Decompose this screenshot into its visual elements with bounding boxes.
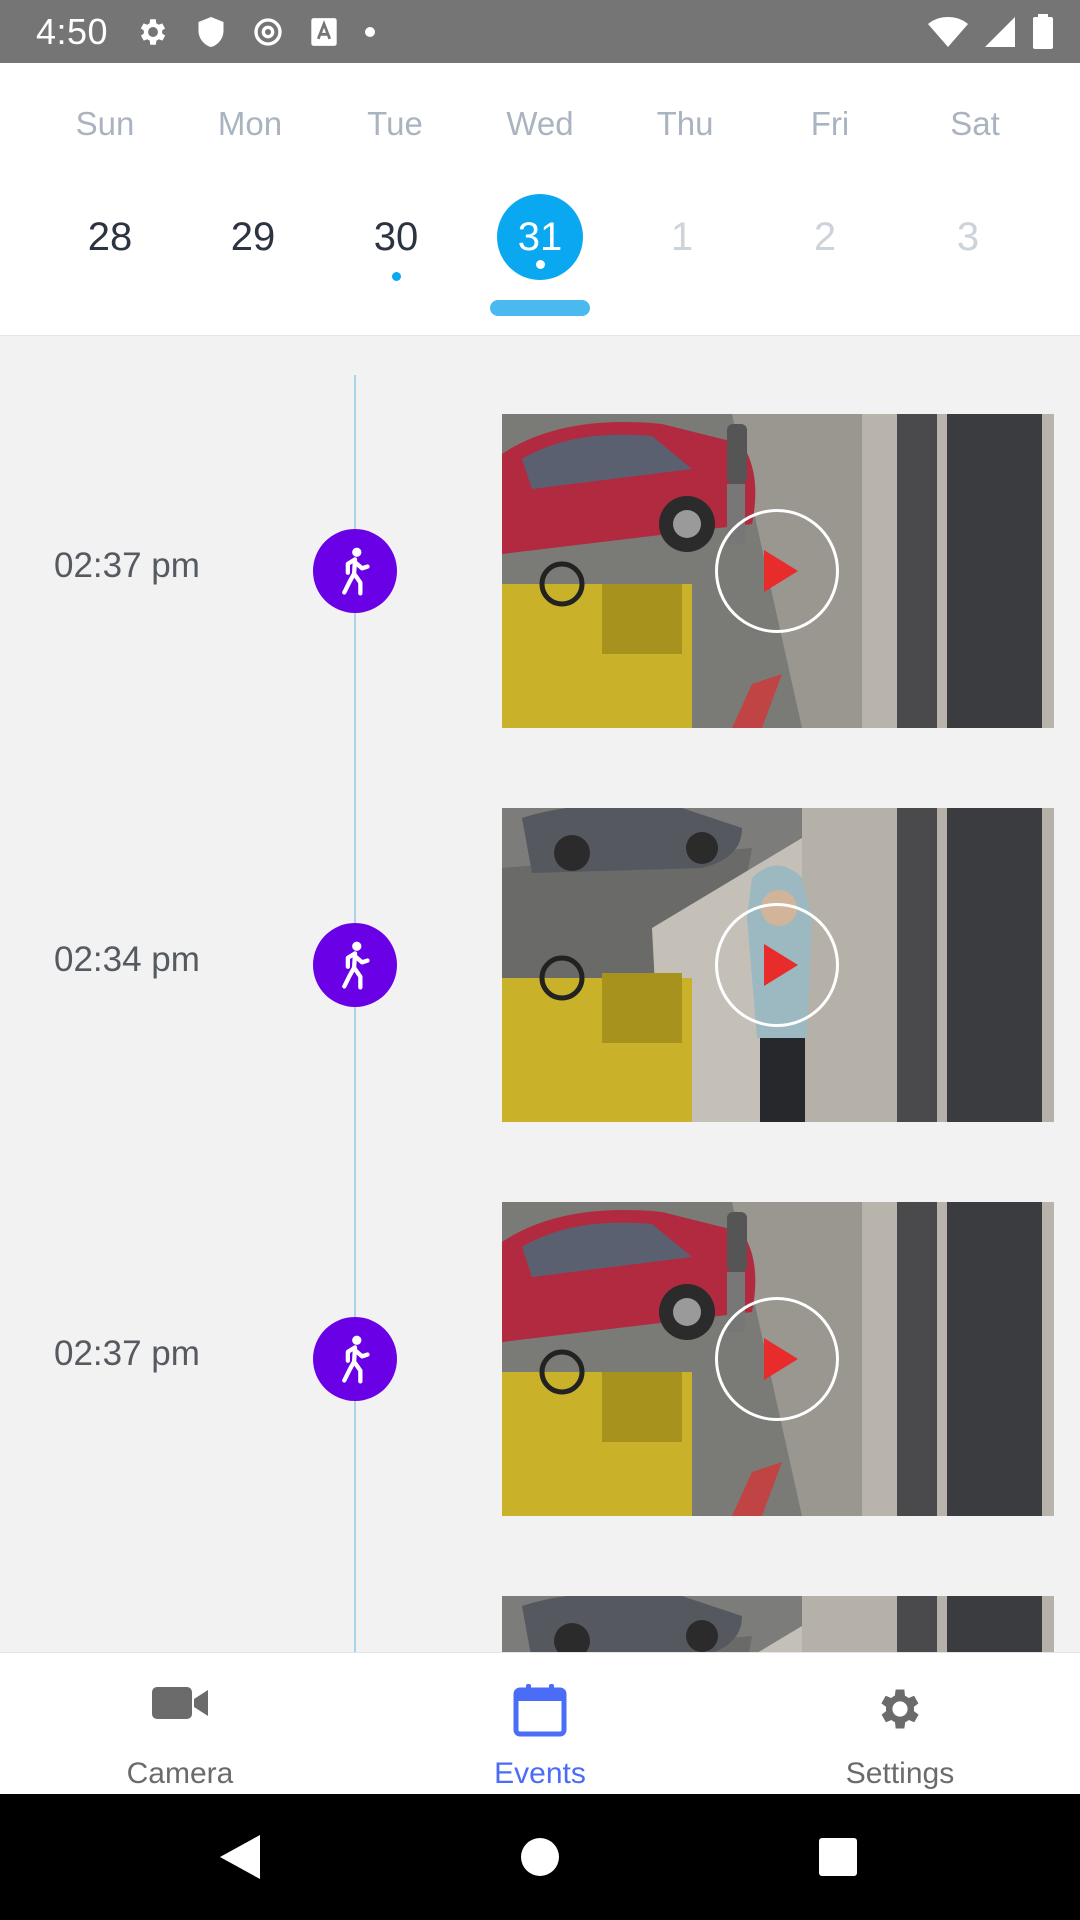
status-time: 4:50 [36, 10, 109, 52]
nav-item-camera[interactable]: Camera [0, 1653, 360, 1795]
selected-day-indicator [490, 300, 590, 316]
back-icon [220, 1835, 260, 1879]
play-button[interactable] [715, 903, 839, 1027]
bottom-navigation: Camera Events Settings [0, 1652, 1080, 1794]
home-icon [521, 1838, 559, 1876]
status-bar: 4:50 [0, 0, 1080, 63]
weekday-label: Sat [950, 105, 1000, 142]
event-type-badge [313, 923, 397, 1007]
weekday-label: Thu [656, 105, 714, 142]
shield-icon [198, 16, 224, 47]
weekday-label: Tue [367, 105, 423, 142]
person-walking-icon [342, 547, 370, 596]
event-time: 02:34 pm [54, 940, 200, 979]
date-number: 28 [87, 215, 133, 259]
gear-icon [140, 18, 166, 45]
date-cell-29[interactable]: 29 [183, 194, 323, 284]
date-number: 1 [670, 215, 694, 259]
recents-icon [819, 1838, 857, 1876]
weekday-label: Sun [75, 105, 135, 142]
event-item: 02:37 pm [0, 414, 1080, 728]
date-cell-2[interactable]: 2 [755, 194, 895, 284]
event-indicator-dot [535, 260, 545, 269]
event-indicator-dot [391, 272, 401, 281]
back-button[interactable] [205, 1822, 275, 1892]
date-number: 3 [956, 215, 980, 259]
date-cell-28[interactable]: 28 [40, 194, 180, 284]
date-cell-1[interactable]: 1 [612, 194, 752, 284]
person-walking-icon [342, 941, 370, 990]
nav-label: Events [494, 1757, 586, 1790]
date-number: 29 [230, 215, 276, 259]
event-video-thumbnail[interactable] [502, 414, 1054, 728]
play-button[interactable] [715, 509, 839, 633]
person-walking-icon [342, 1335, 370, 1384]
video-camera-icon [152, 1687, 208, 1719]
date-cell-31[interactable]: 31 [470, 194, 610, 284]
nav-item-events[interactable]: Events [360, 1653, 720, 1795]
event-time: 02:37 pm [54, 546, 200, 585]
event-item [0, 1596, 1080, 1652]
weekday-label: Wed [506, 105, 574, 142]
date-cell-30[interactable]: 30 [326, 194, 466, 284]
date-number: 2 [813, 215, 837, 259]
event-timeline[interactable]: 02:37 pm 02:34 pm 02:37 pm [0, 337, 1080, 1652]
system-navigation-bar [0, 1794, 1080, 1920]
home-button[interactable] [505, 1822, 575, 1892]
nav-item-settings[interactable]: Settings [720, 1653, 1080, 1795]
event-item: 02:34 pm [0, 808, 1080, 1122]
nav-label: Settings [845, 1757, 955, 1790]
recents-button[interactable] [803, 1822, 873, 1892]
dot-icon [365, 26, 376, 37]
battery-icon [1033, 13, 1053, 49]
status-icons-left [136, 15, 376, 49]
play-icon [764, 1338, 798, 1380]
event-type-badge [313, 529, 397, 613]
wifi-icon [928, 16, 968, 47]
gear-icon [881, 1689, 919, 1729]
event-video-thumbnail[interactable] [502, 808, 1054, 1122]
weekday-label: Fri [810, 105, 850, 142]
text-a-icon [311, 17, 337, 46]
date-number: 30 [373, 215, 419, 259]
date-cell-3[interactable]: 3 [898, 194, 1038, 284]
event-video-thumbnail[interactable] [502, 1202, 1054, 1516]
play-button[interactable] [715, 1297, 839, 1421]
event-item: 02:37 pm [0, 1202, 1080, 1516]
week-calendar: Sun Mon Tue Wed Thu Fri Sat 28 29 30 31 … [0, 63, 1080, 336]
nav-label: Camera [126, 1757, 234, 1790]
scene-gray-car-person [502, 1596, 1054, 1652]
event-video-thumbnail[interactable] [502, 1596, 1054, 1652]
status-icons-right [928, 13, 1054, 50]
play-icon [764, 944, 798, 986]
calendar-icon [513, 1684, 567, 1737]
play-icon [764, 550, 798, 592]
event-type-badge [313, 1317, 397, 1401]
event-time: 02:37 pm [54, 1334, 200, 1373]
weekday-label: Mon [217, 105, 283, 142]
at-sign-icon [254, 17, 282, 46]
signal-icon [985, 16, 1015, 47]
